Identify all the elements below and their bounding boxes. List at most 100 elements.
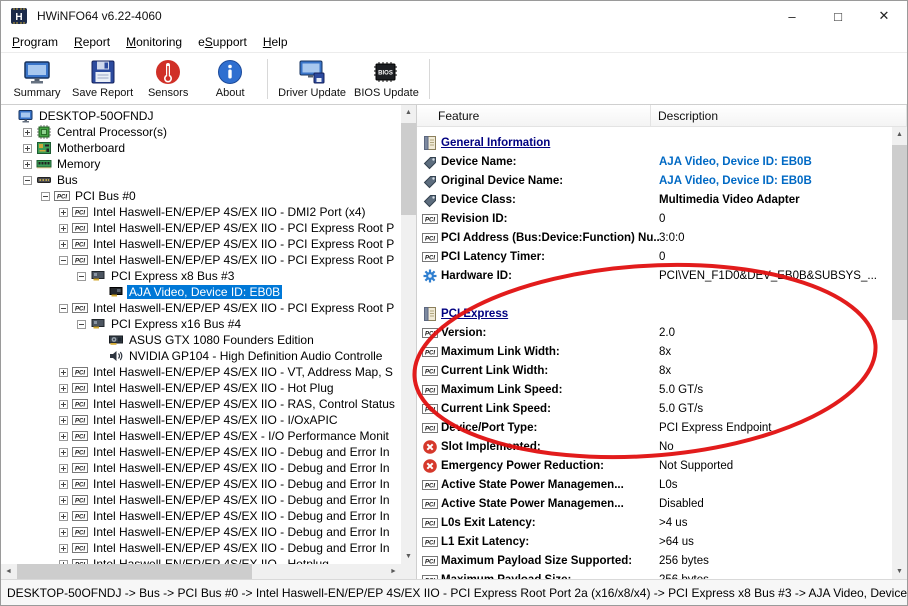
toolbar-about-button[interactable]: About [199, 54, 261, 104]
detail-row[interactable]: Emergency Power Reduction:Not Supported [419, 456, 892, 475]
toolbar-save-report-button[interactable]: Save Report [68, 54, 137, 104]
scroll-left-button[interactable]: ◄ [1, 564, 16, 579]
detail-row[interactable]: PCIActive State Power Managemen...L0s [419, 475, 892, 494]
menu-help[interactable]: Help [255, 33, 296, 51]
tree-item[interactable]: PCIIntel Haswell-EN/EP/EP 4S/EX IIO - De… [1, 492, 401, 508]
menu-program[interactable]: Program [4, 33, 66, 51]
menu-report[interactable]: Report [66, 33, 118, 51]
tree-item[interactable]: AJA Video, Device ID: EB0B [1, 284, 401, 300]
tree-item[interactable]: PCIIntel Haswell-EN/EP/EP 4S/EX IIO - PC… [1, 236, 401, 252]
detail-row[interactable]: PCIVersion:2.0 [419, 323, 892, 342]
detail-row[interactable]: PCICurrent Link Speed:5.0 GT/s [419, 399, 892, 418]
detail-row[interactable]: PCIMaximum Payload Size Supported:256 by… [419, 551, 892, 570]
detail-section-row[interactable]: PCI Express [419, 304, 892, 323]
scroll-down-button[interactable]: ▼ [401, 549, 416, 564]
tree-item[interactable]: PCIIntel Haswell-EN/EP/EP 4S/EX - I/O Pe… [1, 428, 401, 444]
tree-item[interactable]: PCIPCI Bus #0 [1, 188, 401, 204]
tree-item[interactable]: PCIIntel Haswell-EN/EP/EP 4S/EX IIO - VT… [1, 364, 401, 380]
collapse-toggle-icon[interactable] [41, 192, 50, 201]
tree-item[interactable]: PCI Express x8 Bus #3 [1, 268, 401, 284]
tree-vertical-scrollbar[interactable]: ▲ ▼ [401, 105, 416, 564]
tree-item[interactable]: PCIIntel Haswell-EN/EP/EP 4S/EX IIO - PC… [1, 220, 401, 236]
scroll-down-button[interactable]: ▼ [892, 564, 907, 579]
detail-row[interactable]: PCICurrent Link Width:8x [419, 361, 892, 380]
tree-item[interactable]: PCIIntel Haswell-EN/EP/EP 4S/EX IIO - De… [1, 508, 401, 524]
collapse-toggle-icon[interactable] [59, 256, 68, 265]
tree-item[interactable]: Central Processor(s) [1, 124, 401, 140]
collapse-toggle-icon[interactable] [23, 176, 32, 185]
scroll-right-button[interactable]: ► [386, 564, 401, 579]
collapse-toggle-icon[interactable] [59, 304, 68, 313]
tree-item[interactable]: DESKTOP-50OFNDJ [1, 108, 401, 124]
menu-esupport[interactable]: eSupport [190, 33, 255, 51]
maximize-button[interactable]: □ [815, 1, 861, 31]
tree-item[interactable]: PCIIntel Haswell-EN/EP/EP 4S/EX IIO - De… [1, 444, 401, 460]
expand-toggle-icon[interactable] [59, 480, 68, 489]
toolbar-summary-button[interactable]: Summary [6, 54, 68, 104]
detail-row[interactable]: PCIMaximum Link Speed:5.0 GT/s [419, 380, 892, 399]
detail-row[interactable]: PCIPCI Address (Bus:Device:Function) Nu.… [419, 228, 892, 247]
scroll-up-button[interactable]: ▲ [892, 127, 907, 142]
column-header-description[interactable]: Description [651, 105, 907, 126]
tree-item[interactable]: Motherboard [1, 140, 401, 156]
detail-row[interactable]: PCIL1 Exit Latency:>64 us [419, 532, 892, 551]
expand-toggle-icon[interactable] [23, 160, 32, 169]
expand-toggle-icon[interactable] [59, 240, 68, 249]
toolbar-bios-update-button[interactable]: BIOSBIOS Update [350, 54, 423, 104]
expand-toggle-icon[interactable] [59, 400, 68, 409]
expand-toggle-icon[interactable] [59, 432, 68, 441]
detail-row[interactable]: Device Name:AJA Video, Device ID: EB0B [419, 152, 892, 171]
tree-item[interactable]: PCIIntel Haswell-EN/EP/EP 4S/EX IIO - Ho… [1, 556, 401, 564]
detail-section-row[interactable]: General Information [419, 133, 892, 152]
detail-row[interactable]: PCIActive State Power Managemen...Disabl… [419, 494, 892, 513]
tree-item[interactable]: Memory [1, 156, 401, 172]
expand-toggle-icon[interactable] [59, 496, 68, 505]
tree-item[interactable]: PCIIntel Haswell-EN/EP/EP 4S/EX IIO - PC… [1, 300, 401, 316]
toolbar-driver-update-button[interactable]: Driver Update [274, 54, 350, 104]
expand-toggle-icon[interactable] [59, 224, 68, 233]
tree-item[interactable]: Bus [1, 172, 401, 188]
tree-item[interactable]: PCIIntel Haswell-EN/EP/EP 4S/EX IIO - Ho… [1, 380, 401, 396]
tree-item[interactable]: PCIIntel Haswell-EN/EP/EP 4S/EX IIO - RA… [1, 396, 401, 412]
collapse-toggle-icon[interactable] [77, 320, 86, 329]
minimize-button[interactable]: – [769, 1, 815, 31]
tree-item[interactable]: PCIIntel Haswell-EN/EP/EP 4S/EX IIO - PC… [1, 252, 401, 268]
tree-item[interactable]: PCIIntel Haswell-EN/EP/EP 4S/EX IIO - De… [1, 540, 401, 556]
tree-item[interactable]: NVIDIA GP104 - High Definition Audio Con… [1, 348, 401, 364]
collapse-toggle-icon[interactable] [77, 272, 86, 281]
detail-row[interactable]: PCIDevice/Port Type:PCI Express Endpoint [419, 418, 892, 437]
expand-toggle-icon[interactable] [59, 464, 68, 473]
detail-row[interactable]: Device Class:Multimedia Video Adapter [419, 190, 892, 209]
tree-vscroll-thumb[interactable] [401, 123, 416, 215]
scroll-up-button[interactable]: ▲ [401, 105, 416, 120]
detail-row[interactable]: Hardware ID:PCI\VEN_F1D0&DEV_EB0B&SUBSYS… [419, 266, 892, 285]
detail-row[interactable]: Slot Implemented:No [419, 437, 892, 456]
toolbar-sensors-button[interactable]: Sensors [137, 54, 199, 104]
menu-monitoring[interactable]: Monitoring [118, 33, 190, 51]
tree-item[interactable]: PCIIntel Haswell-EN/EP/EP 4S/EX IIO - De… [1, 524, 401, 540]
column-header-feature[interactable]: Feature [417, 105, 651, 126]
expand-toggle-icon[interactable] [59, 512, 68, 521]
detail-row[interactable]: PCIRevision ID:0 [419, 209, 892, 228]
tree-hscroll-thumb[interactable] [17, 564, 252, 579]
tree-item[interactable]: PCIIntel Haswell-EN/EP/EP 4S/EX IIO - DM… [1, 204, 401, 220]
close-button[interactable]: ✕ [861, 1, 907, 31]
expand-toggle-icon[interactable] [59, 208, 68, 217]
detail-row[interactable]: PCIMaximum Link Width:8x [419, 342, 892, 361]
tree-item[interactable]: ASUS GTX 1080 Founders Edition [1, 332, 401, 348]
tree-horizontal-scrollbar[interactable]: ◄ ► [1, 564, 401, 579]
details-vertical-scrollbar[interactable]: ▲ ▼ [892, 127, 907, 579]
tree-item[interactable]: PCI Express x16 Bus #4 [1, 316, 401, 332]
expand-toggle-icon[interactable] [59, 416, 68, 425]
expand-toggle-icon[interactable] [23, 144, 32, 153]
expand-toggle-icon[interactable] [59, 368, 68, 377]
tree-item[interactable]: PCIIntel Haswell-EN/EP/EP 4S/EX IIO - De… [1, 476, 401, 492]
expand-toggle-icon[interactable] [59, 528, 68, 537]
detail-row[interactable]: Original Device Name:AJA Video, Device I… [419, 171, 892, 190]
expand-toggle-icon[interactable] [23, 128, 32, 137]
detail-row[interactable]: PCIMaximum Payload Size:256 bytes [419, 570, 892, 579]
detail-row[interactable]: PCIL0s Exit Latency:>4 us [419, 513, 892, 532]
detail-row[interactable]: PCIPCI Latency Timer:0 [419, 247, 892, 266]
details-vscroll-thumb[interactable] [892, 145, 907, 320]
expand-toggle-icon[interactable] [59, 384, 68, 393]
